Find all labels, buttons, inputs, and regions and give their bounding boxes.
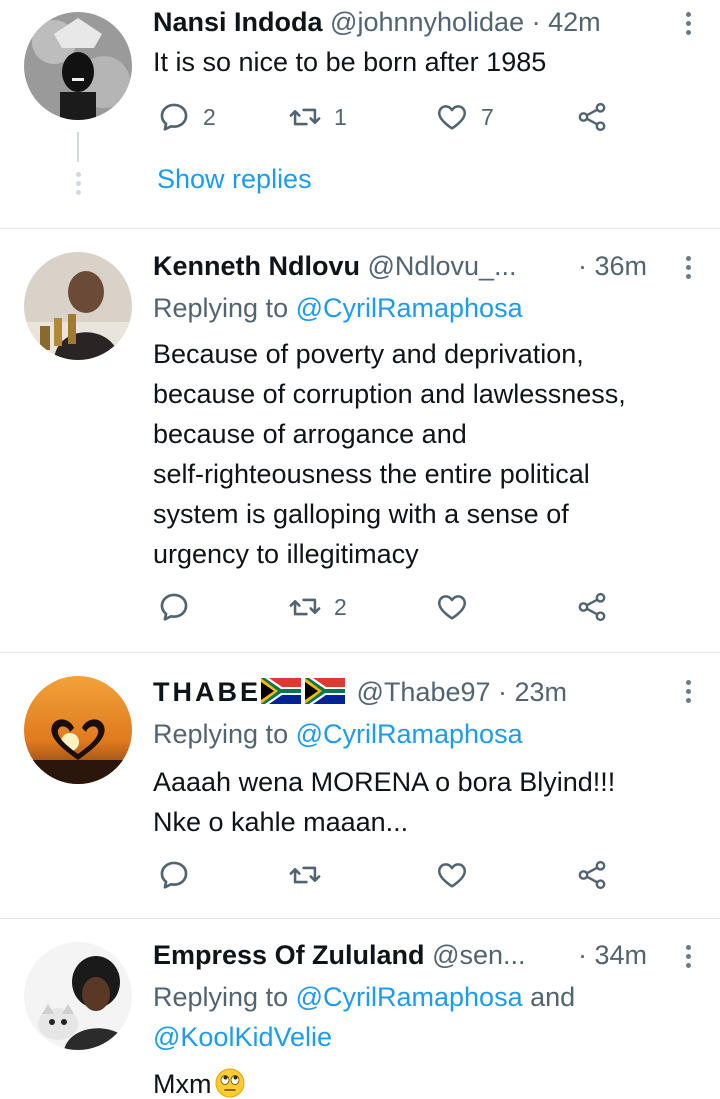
reply-button[interactable]: [157, 590, 191, 624]
avatar-image: [24, 252, 132, 360]
show-replies-link[interactable]: Show replies: [157, 164, 312, 195]
author-handle[interactable]: @johnnyholidae: [330, 7, 524, 37]
retweet-button[interactable]: 2: [288, 590, 347, 624]
tweet-text-line: because of corruption and lawlessness,: [153, 379, 626, 409]
replying-to-continued: @KoolKidVelie: [153, 1017, 332, 1057]
reply-icon: [160, 593, 188, 621]
retweet-icon: [289, 598, 321, 616]
tweet-text-line: because of arrogance and: [153, 419, 467, 449]
replying-prefix: Replying to: [153, 982, 289, 1012]
tweet-header: Kenneth Ndlovu @Ndlovu_...: [153, 246, 517, 286]
retweet-icon: [289, 866, 321, 884]
like-count: 7: [481, 103, 494, 130]
retweet-count: 2: [334, 593, 347, 620]
tweet-text-line: Aaaah wena MORENA o bora Blyind!!!: [153, 767, 616, 797]
tweet-actions: 2: [153, 590, 623, 630]
tweet-text-line: system is galloping with a sense of: [153, 499, 569, 529]
heart-icon: [437, 105, 467, 130]
share-button[interactable]: [575, 858, 609, 892]
tweet-time[interactable]: · 34m: [578, 935, 647, 975]
tweet-time[interactable]: · 36m: [578, 246, 647, 286]
replying-and: and: [530, 982, 576, 1012]
avatar[interactable]: [24, 942, 132, 1050]
tweet-4[interactable]: Empress Of Zululand @sen... · 34m Replyi…: [0, 918, 720, 1099]
like-button[interactable]: [435, 590, 469, 624]
avatar[interactable]: [24, 676, 132, 784]
avatar[interactable]: [24, 252, 132, 360]
more-vertical-icon[interactable]: [684, 680, 692, 707]
share-button[interactable]: [575, 590, 609, 624]
thread-line: [77, 132, 79, 162]
eye-roll-emoji-icon: [215, 1068, 245, 1098]
tweet-header: THABE @Thabe97 · 23m: [153, 672, 567, 712]
tweet-2[interactable]: Kenneth Ndlovu @Ndlovu_... · 36m Replyin…: [0, 228, 720, 653]
tweet-3[interactable]: THABE @Thabe97 · 23m Replying to @CyrilR…: [0, 652, 720, 919]
retweet-count: 1: [334, 103, 347, 130]
mention-link[interactable]: @CyrilRamaphosa: [296, 719, 523, 749]
reply-icon: [160, 103, 188, 131]
tweet-text-line: Because of poverty and deprivation,: [153, 339, 584, 369]
avatar-image: [24, 942, 132, 1050]
reply-icon: [160, 861, 188, 889]
more-vertical-icon[interactable]: [684, 12, 692, 39]
tweet-actions: 2 1 7: [153, 100, 623, 140]
tweet-header: Nansi Indoda @johnnyholidae · 42m: [153, 2, 601, 42]
replying-prefix: Replying to: [153, 719, 289, 749]
tweet-time[interactable]: · 23m: [498, 677, 567, 707]
author-name[interactable]: Nansi Indoda: [153, 7, 323, 37]
mention-link[interactable]: @CyrilRamaphosa: [296, 293, 523, 323]
south-africa-flag-icon: [305, 678, 345, 704]
tweet-header: Empress Of Zululand @sen...: [153, 935, 526, 975]
retweet-icon: [289, 108, 321, 126]
reply-count: 2: [203, 103, 216, 130]
author-name[interactable]: Kenneth Ndlovu: [153, 251, 360, 281]
author-handle[interactable]: @Ndlovu_...: [368, 251, 517, 281]
more-vertical-icon[interactable]: [684, 256, 692, 283]
heart-icon: [437, 595, 467, 620]
tweet-text-line: self-righteousness the entire political: [153, 459, 590, 489]
avatar-image: [24, 12, 132, 120]
tweet-text: Mxm: [153, 1064, 245, 1099]
replying-prefix: Replying to: [153, 293, 289, 323]
share-icon: [578, 592, 606, 622]
mention-link[interactable]: @KoolKidVelie: [153, 1022, 332, 1052]
avatar-image: [24, 676, 132, 784]
tweet-text: It is so nice to be born after 1985: [153, 47, 547, 77]
thread-dots: [74, 172, 82, 199]
author-handle[interactable]: @Thabe97: [357, 677, 491, 707]
retweet-button[interactable]: 1: [288, 100, 347, 134]
tweet-text-line: Nke o kahle maaan...: [153, 807, 409, 837]
like-button[interactable]: 7: [435, 100, 494, 134]
replying-to: Replying to @CyrilRamaphosa and: [153, 977, 575, 1017]
replying-to: Replying to @CyrilRamaphosa: [153, 714, 523, 754]
share-icon: [578, 102, 606, 132]
like-button[interactable]: [435, 858, 469, 892]
replying-to: Replying to @CyrilRamaphosa: [153, 288, 523, 328]
tweet-time[interactable]: · 42m: [532, 7, 601, 37]
more-vertical-icon[interactable]: [684, 945, 692, 972]
retweet-button[interactable]: [288, 858, 322, 892]
mention-link[interactable]: @CyrilRamaphosa: [296, 982, 523, 1012]
share-icon: [578, 860, 606, 890]
tweet-feed: Nansi Indoda @johnnyholidae · 42m It is …: [0, 0, 720, 1099]
author-name[interactable]: Empress Of Zululand: [153, 940, 425, 970]
avatar[interactable]: [24, 12, 132, 120]
heart-icon: [437, 863, 467, 888]
tweet-text-line: urgency to illegitimacy: [153, 539, 419, 569]
author-name[interactable]: THABE: [153, 677, 261, 707]
tweet-actions: [153, 858, 623, 898]
share-button[interactable]: [575, 100, 609, 134]
tweet-1[interactable]: Nansi Indoda @johnnyholidae · 42m It is …: [0, 0, 720, 229]
south-africa-flag-icon: [261, 678, 301, 704]
reply-button[interactable]: [157, 858, 191, 892]
author-handle[interactable]: @sen...: [432, 940, 525, 970]
reply-button[interactable]: 2: [157, 100, 216, 134]
